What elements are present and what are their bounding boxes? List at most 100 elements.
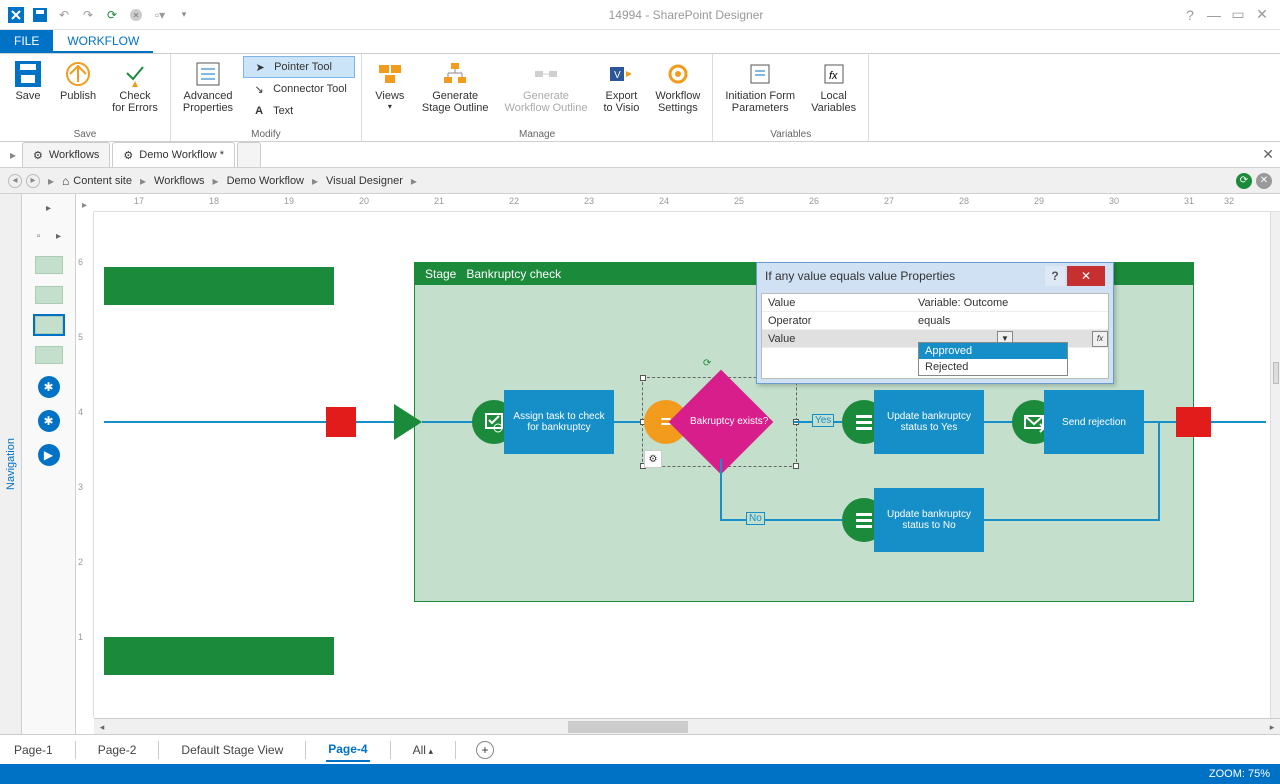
svg-text:fx: fx — [829, 70, 838, 82]
dropdown-option-approved[interactable]: Approved — [919, 343, 1067, 359]
thumbnail-page-2[interactable] — [35, 286, 63, 304]
maximize-icon[interactable]: ▭ — [1230, 7, 1246, 23]
nav-shape-icon-2[interactable]: ✱ — [38, 410, 60, 432]
pointer-tool-button[interactable]: ➤Pointer Tool — [243, 56, 355, 78]
title-bar: ↶ ↷ ⟳ ▫▾ ▾ 14994 - SharePoint Designer ?… — [0, 0, 1280, 30]
assign-task-shape[interactable]: Assign task to check for bankruptcy — [504, 390, 614, 454]
connector-1[interactable] — [422, 421, 474, 423]
navigation-panel-collapsed[interactable]: Navigation — [0, 194, 22, 734]
generate-stage-outline-button[interactable]: Generate Stage Outline — [416, 56, 495, 118]
export-visio-button[interactable]: VExport to Visio — [597, 56, 645, 118]
connector-no-out-h[interactable] — [984, 519, 1160, 521]
nav-back-icon[interactable]: ◂ — [8, 174, 22, 188]
doc-tab-close-icon[interactable]: ✕ — [1262, 146, 1274, 163]
doc-tab-demo-workflow[interactable]: ⚙Demo Workflow * — [112, 142, 235, 167]
update-yes-shape[interactable]: Update bankruptcy status to Yes — [874, 390, 984, 454]
start-shape[interactable] — [394, 404, 422, 440]
panel-expand-icon[interactable]: ▸ — [41, 200, 57, 216]
dialog-help-icon[interactable]: ? — [1045, 266, 1065, 286]
thumbnail-page-4[interactable] — [35, 346, 63, 364]
dialog-title-bar[interactable]: If any value equals value Properties ? ✕ — [757, 263, 1113, 289]
breadcrumb-designer[interactable]: Visual Designer — [326, 175, 403, 187]
save-icon[interactable] — [30, 5, 50, 25]
publish-button[interactable]: Publish — [54, 56, 102, 118]
qat-customize-icon[interactable]: ▾ — [174, 5, 194, 25]
vscroll-handle[interactable] — [1273, 362, 1279, 384]
hscroll-thumb[interactable] — [568, 721, 688, 733]
doc-tab-workflows[interactable]: ⚙Workflows — [22, 142, 110, 167]
connector-3[interactable] — [984, 421, 1014, 423]
prev-stage-bottom[interactable] — [104, 637, 334, 675]
advanced-properties-button[interactable]: Advanced Properties — [177, 56, 239, 122]
workflow-list-icon: ⚙ — [33, 149, 43, 162]
horizontal-ruler: 17 18 19 20 21 22 23 24 25 26 27 28 29 3… — [94, 194, 1280, 212]
ribbon-group-save: Save Publish Check for Errors Save — [0, 54, 171, 141]
connector-no-h[interactable] — [720, 519, 842, 521]
tab-file[interactable]: FILE — [0, 30, 53, 53]
redo-icon[interactable]: ↷ — [78, 5, 98, 25]
workflow-settings-button[interactable]: Workflow Settings — [649, 56, 706, 118]
connector-no-v[interactable] — [720, 459, 722, 519]
prop-row-value1[interactable]: ValueVariable: Outcome — [762, 294, 1108, 312]
hscroll-right-icon[interactable]: ▸ — [1264, 719, 1280, 735]
value-fx-icon[interactable]: fx — [1092, 331, 1108, 347]
breadcrumb-demo[interactable]: Demo Workflow — [227, 175, 304, 187]
send-rejection-shape[interactable]: Send rejection — [1044, 390, 1144, 454]
local-variables-button[interactable]: fxLocal Variables — [805, 56, 862, 118]
breadcrumb-root[interactable]: Content site — [73, 175, 132, 187]
undo-icon[interactable]: ↶ — [54, 5, 74, 25]
pagetab-default[interactable]: Default Stage View — [179, 739, 285, 761]
views-button[interactable]: Views▾ — [368, 56, 412, 118]
dropdown-option-rejected[interactable]: Rejected — [919, 359, 1067, 375]
stage-start-terminator[interactable] — [326, 407, 356, 437]
update-no-shape[interactable]: Update bankruptcy status to No — [874, 488, 984, 552]
stop-icon[interactable] — [126, 5, 146, 25]
tab-workflow[interactable]: WORKFLOW — [53, 30, 153, 53]
stage-end-terminator-2[interactable] — [1197, 407, 1211, 437]
prop-row-operator[interactable]: Operatorequals — [762, 312, 1108, 330]
pagetab-all[interactable]: All — [411, 739, 435, 761]
zoom-indicator[interactable]: ZOOM: 75% — [1209, 768, 1270, 780]
horizontal-scrollbar[interactable]: ◂ ▸ — [94, 718, 1280, 734]
thumbnail-page-default[interactable] — [35, 316, 63, 334]
text-tool-button[interactable]: AText — [243, 100, 355, 122]
document-tab-bar: ▸ ⚙Workflows ⚙Demo Workflow * ✕ — [0, 142, 1280, 168]
save-button[interactable]: Save — [6, 56, 50, 118]
nav-play-icon[interactable]: ▶ — [38, 444, 60, 466]
pagetab-2[interactable]: Page-2 — [96, 739, 139, 761]
doc-tab-scroll-right-icon[interactable]: ▸ — [4, 142, 22, 167]
rotate-handle-icon[interactable]: ⟳ — [703, 358, 713, 368]
refresh-icon[interactable]: ⟳ — [102, 5, 122, 25]
nav-shape-icon-1[interactable]: ✱ — [38, 376, 60, 398]
thumbnail-page-1[interactable] — [35, 256, 63, 274]
add-page-icon[interactable]: + — [476, 741, 494, 759]
connector-tool-button[interactable]: ↘Connector Tool — [243, 78, 355, 100]
panel-menu-icon[interactable]: ▸ — [51, 228, 67, 244]
ribbon-group-manage: Views▾ Generate Stage Outline Generate W… — [362, 54, 714, 141]
workflow-canvas[interactable]: Stage Bankruptcy check Assign task to ch… — [94, 212, 1270, 718]
check-errors-button[interactable]: Check for Errors — [106, 56, 164, 118]
panel-tool-icon[interactable]: ▫ — [31, 228, 47, 244]
help-icon[interactable]: ? — [1182, 7, 1198, 23]
pagetab-4[interactable]: Page-4 — [326, 738, 369, 762]
minimize-icon[interactable]: — — [1206, 7, 1222, 23]
initiation-parameters-button[interactable]: Initiation Form Parameters — [719, 56, 801, 118]
breadcrumb-refresh-icon[interactable]: ⟳ — [1236, 173, 1252, 189]
connector-merge-v[interactable] — [1158, 423, 1160, 521]
pagetab-1[interactable]: Page-1 — [12, 739, 55, 761]
close-icon[interactable]: ✕ — [1254, 7, 1270, 23]
action-tag-icon[interactable]: ⚙ — [644, 450, 662, 468]
app-icon[interactable] — [6, 5, 26, 25]
hscroll-left-icon[interactable]: ◂ — [94, 719, 110, 735]
prev-stage-top[interactable] — [104, 267, 334, 305]
doc-tab-new[interactable] — [237, 142, 261, 167]
breadcrumb-workflows[interactable]: Workflows — [154, 175, 205, 187]
ribbon: Save Publish Check for Errors Save Advan… — [0, 54, 1280, 142]
vertical-scrollbar[interactable] — [1270, 212, 1280, 718]
connector-4[interactable] — [1144, 421, 1176, 423]
home-icon: ⌂ — [62, 174, 69, 188]
page-icon[interactable]: ▫▾ — [150, 5, 170, 25]
nav-forward-icon[interactable]: ▸ — [26, 174, 40, 188]
breadcrumb-stop-icon[interactable]: ✕ — [1256, 173, 1272, 189]
dialog-close-icon[interactable]: ✕ — [1067, 266, 1105, 286]
